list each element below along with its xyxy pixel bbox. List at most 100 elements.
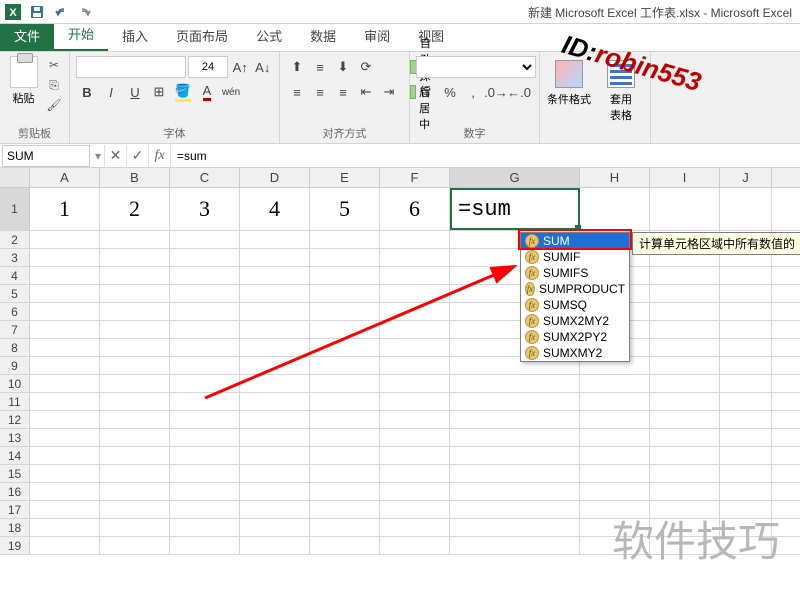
cell[interactable] — [240, 285, 310, 302]
cell[interactable] — [310, 285, 380, 302]
align-middle-icon[interactable]: ≡ — [309, 56, 331, 78]
cell[interactable] — [450, 393, 580, 410]
cell[interactable] — [310, 249, 380, 266]
cell[interactable] — [720, 285, 772, 302]
autocomplete-item[interactable]: fxSUM — [521, 233, 629, 249]
cell[interactable] — [310, 339, 380, 356]
cell[interactable] — [380, 249, 450, 266]
cell[interactable] — [450, 519, 580, 536]
cell[interactable] — [380, 501, 450, 518]
insert-function-icon[interactable]: fx — [148, 145, 170, 167]
name-box-dropdown-icon[interactable]: ▾ — [92, 149, 104, 163]
cell[interactable] — [30, 483, 100, 500]
border-icon[interactable]: ⊞ — [148, 81, 170, 103]
cell[interactable] — [580, 188, 650, 230]
indent-increase-icon[interactable]: ⇥ — [378, 81, 400, 103]
cell[interactable] — [650, 188, 720, 230]
cell[interactable]: 3 — [170, 188, 240, 230]
phonetic-icon[interactable]: wén — [220, 81, 242, 103]
italic-button[interactable]: I — [100, 81, 122, 103]
cell[interactable] — [310, 483, 380, 500]
cell[interactable] — [100, 483, 170, 500]
cell[interactable] — [650, 483, 720, 500]
column-header[interactable]: E — [310, 168, 380, 187]
cell[interactable] — [240, 519, 310, 536]
row-header[interactable]: 5 — [0, 285, 30, 302]
format-painter-icon[interactable]: 🖌 — [45, 96, 63, 114]
cell[interactable] — [310, 501, 380, 518]
cell[interactable] — [380, 285, 450, 302]
cell[interactable]: 2 — [100, 188, 170, 230]
cell[interactable] — [170, 483, 240, 500]
cell[interactable] — [720, 303, 772, 320]
cell[interactable]: 4 — [240, 188, 310, 230]
cell[interactable] — [650, 339, 720, 356]
name-box[interactable]: SUM — [2, 145, 90, 167]
cell[interactable] — [650, 375, 720, 392]
cell[interactable] — [30, 501, 100, 518]
cell[interactable] — [170, 339, 240, 356]
cell[interactable] — [30, 465, 100, 482]
cell[interactable] — [450, 375, 580, 392]
autocomplete-item[interactable]: fxSUMX2PY2 — [521, 329, 629, 345]
cell[interactable] — [100, 393, 170, 410]
cell[interactable] — [310, 375, 380, 392]
paste-button[interactable]: 粘贴 — [6, 56, 41, 114]
cell[interactable] — [100, 357, 170, 374]
cell[interactable] — [650, 321, 720, 338]
cell[interactable]: =sum — [450, 188, 580, 230]
cell[interactable] — [580, 375, 650, 392]
cell[interactable] — [170, 267, 240, 284]
row-header[interactable]: 17 — [0, 501, 30, 518]
cell[interactable] — [380, 339, 450, 356]
cell[interactable] — [30, 519, 100, 536]
cell[interactable] — [310, 357, 380, 374]
cell[interactable] — [720, 393, 772, 410]
orientation-icon[interactable]: ⟳ — [355, 56, 377, 78]
column-header[interactable]: H — [580, 168, 650, 187]
column-header[interactable]: A — [30, 168, 100, 187]
autocomplete-item[interactable]: fxSUMSQ — [521, 297, 629, 313]
cell[interactable] — [170, 447, 240, 464]
cell[interactable] — [100, 465, 170, 482]
indent-decrease-icon[interactable]: ⇤ — [355, 81, 377, 103]
cell[interactable] — [100, 321, 170, 338]
cell[interactable] — [650, 519, 720, 536]
column-header[interactable]: F — [380, 168, 450, 187]
cell[interactable] — [170, 303, 240, 320]
cut-icon[interactable]: ✂ — [45, 56, 63, 74]
cell[interactable] — [240, 393, 310, 410]
column-header[interactable]: D — [240, 168, 310, 187]
font-family-select[interactable] — [76, 56, 186, 78]
tab-formula[interactable]: 公式 — [242, 20, 296, 51]
cell[interactable] — [720, 483, 772, 500]
cell[interactable]: 5 — [310, 188, 380, 230]
cell[interactable] — [580, 501, 650, 518]
cell[interactable] — [650, 411, 720, 428]
cell[interactable] — [240, 303, 310, 320]
cell[interactable] — [170, 537, 240, 554]
cell[interactable] — [450, 447, 580, 464]
redo-icon[interactable] — [76, 3, 94, 21]
autocomplete-item[interactable]: fxSUMXMY2 — [521, 345, 629, 361]
cell[interactable] — [720, 519, 772, 536]
autocomplete-item[interactable]: fxSUMIFS — [521, 265, 629, 281]
autocomplete-item[interactable]: fxSUMIF — [521, 249, 629, 265]
cell[interactable] — [580, 411, 650, 428]
cell[interactable] — [650, 465, 720, 482]
cell[interactable] — [240, 321, 310, 338]
cell[interactable] — [650, 303, 720, 320]
cell[interactable] — [170, 501, 240, 518]
cell[interactable] — [650, 501, 720, 518]
underline-button[interactable]: U — [124, 81, 146, 103]
cell[interactable] — [310, 231, 380, 248]
cell[interactable] — [310, 393, 380, 410]
currency-icon[interactable]: ¥ — [416, 81, 438, 103]
tab-insert[interactable]: 插入 — [108, 20, 162, 51]
cell[interactable] — [450, 501, 580, 518]
cell[interactable] — [310, 537, 380, 554]
tab-file[interactable]: 文件 — [0, 20, 54, 51]
cell[interactable] — [310, 321, 380, 338]
cell[interactable] — [240, 357, 310, 374]
cell[interactable] — [380, 411, 450, 428]
